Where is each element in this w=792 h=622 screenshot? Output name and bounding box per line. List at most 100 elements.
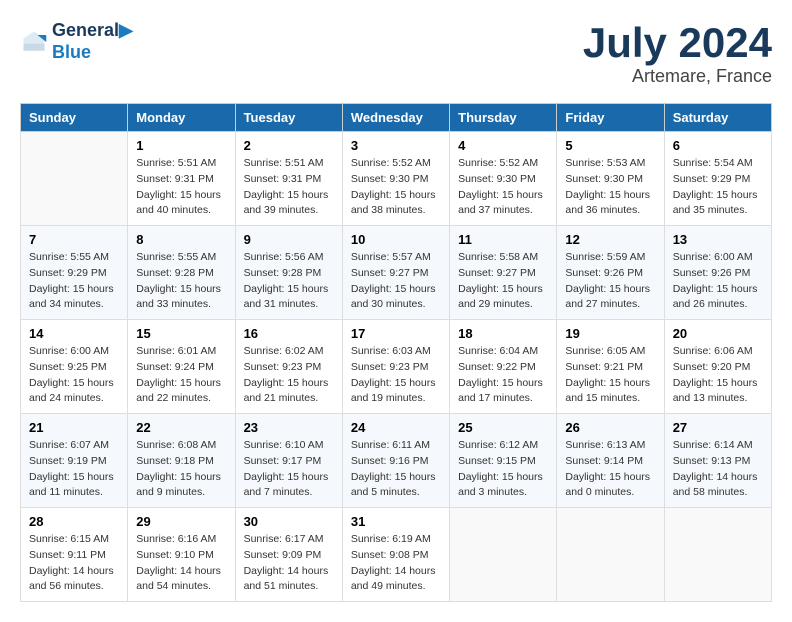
day-cell: 8 Sunrise: 5:55 AM Sunset: 9:28 PM Daylig… (128, 226, 235, 320)
day-number: 6 (673, 138, 763, 153)
day-cell: 26 Sunrise: 6:13 AM Sunset: 9:14 PM Dayli… (557, 414, 664, 508)
header-day-wednesday: Wednesday (342, 104, 449, 132)
day-info: Sunrise: 6:17 AM Sunset: 9:09 PM Dayligh… (244, 532, 334, 595)
day-cell: 14 Sunrise: 6:00 AM Sunset: 9:25 PM Dayli… (21, 320, 128, 414)
day-cell: 4 Sunrise: 5:52 AM Sunset: 9:30 PM Daylig… (450, 132, 557, 226)
day-info: Sunrise: 5:52 AM Sunset: 9:30 PM Dayligh… (351, 156, 441, 219)
day-info: Sunrise: 6:15 AM Sunset: 9:11 PM Dayligh… (29, 532, 119, 595)
day-cell: 28 Sunrise: 6:15 AM Sunset: 9:11 PM Dayli… (21, 508, 128, 602)
day-cell: 16 Sunrise: 6:02 AM Sunset: 9:23 PM Dayli… (235, 320, 342, 414)
day-info: Sunrise: 6:02 AM Sunset: 9:23 PM Dayligh… (244, 344, 334, 407)
day-cell: 23 Sunrise: 6:10 AM Sunset: 9:17 PM Dayli… (235, 414, 342, 508)
day-number: 28 (29, 514, 119, 529)
location: Artemare, France (583, 66, 772, 87)
day-info: Sunrise: 5:55 AM Sunset: 9:28 PM Dayligh… (136, 250, 226, 313)
day-cell: 19Sunrise: 6:05 AM Sunset: 9:21 PM Dayli… (557, 320, 664, 414)
logo: General▶ Blue (20, 20, 133, 63)
day-cell (450, 508, 557, 602)
day-number: 18 (458, 326, 548, 341)
day-info: Sunrise: 6:08 AM Sunset: 9:18 PM Dayligh… (136, 438, 226, 501)
day-info: Sunrise: 5:55 AM Sunset: 9:29 PM Dayligh… (29, 250, 119, 313)
day-number: 17 (351, 326, 441, 341)
day-cell: 30 Sunrise: 6:17 AM Sunset: 9:09 PM Dayli… (235, 508, 342, 602)
header-day-tuesday: Tuesday (235, 104, 342, 132)
week-row-5: 28 Sunrise: 6:15 AM Sunset: 9:11 PM Dayli… (21, 508, 772, 602)
header-day-sunday: Sunday (21, 104, 128, 132)
day-info: Sunrise: 5:54 AM Sunset: 9:29 PM Dayligh… (673, 156, 763, 219)
day-number: 9 (244, 232, 334, 247)
day-number: 22 (136, 420, 226, 435)
day-number: 27 (673, 420, 763, 435)
day-number: 8 (136, 232, 226, 247)
day-cell: 7 Sunrise: 5:55 AM Sunset: 9:29 PM Daylig… (21, 226, 128, 320)
day-number: 26 (565, 420, 655, 435)
day-number: 13 (673, 232, 763, 247)
day-info: Sunrise: 6:00 AM Sunset: 9:25 PM Dayligh… (29, 344, 119, 407)
header-day-thursday: Thursday (450, 104, 557, 132)
day-cell: 12 Sunrise: 5:59 AM Sunset: 9:26 PM Dayli… (557, 226, 664, 320)
day-info: Sunrise: 6:05 AM Sunset: 9:21 PM Dayligh… (565, 344, 655, 407)
day-info: Sunrise: 6:16 AM Sunset: 9:10 PM Dayligh… (136, 532, 226, 595)
day-number: 15 (136, 326, 226, 341)
logo-icon (20, 28, 48, 56)
day-cell: 3 Sunrise: 5:52 AM Sunset: 9:30 PM Daylig… (342, 132, 449, 226)
day-number: 4 (458, 138, 548, 153)
week-row-2: 7 Sunrise: 5:55 AM Sunset: 9:29 PM Daylig… (21, 226, 772, 320)
day-number: 30 (244, 514, 334, 529)
day-info: Sunrise: 6:07 AM Sunset: 9:19 PM Dayligh… (29, 438, 119, 501)
day-info: Sunrise: 5:59 AM Sunset: 9:26 PM Dayligh… (565, 250, 655, 313)
logo-text-line2: Blue (52, 42, 133, 64)
month-title: July 2024 (583, 20, 772, 66)
day-cell: 6 Sunrise: 5:54 AM Sunset: 9:29 PM Daylig… (664, 132, 771, 226)
day-cell: 31 Sunrise: 6:19 AM Sunset: 9:08 PM Dayli… (342, 508, 449, 602)
day-number: 23 (244, 420, 334, 435)
day-info: Sunrise: 5:52 AM Sunset: 9:30 PM Dayligh… (458, 156, 548, 219)
day-cell: 29Sunrise: 6:16 AM Sunset: 9:10 PM Dayli… (128, 508, 235, 602)
day-number: 2 (244, 138, 334, 153)
day-number: 31 (351, 514, 441, 529)
day-cell: 22 Sunrise: 6:08 AM Sunset: 9:18 PM Dayli… (128, 414, 235, 508)
day-info: Sunrise: 6:10 AM Sunset: 9:17 PM Dayligh… (244, 438, 334, 501)
day-number: 1 (136, 138, 226, 153)
day-number: 7 (29, 232, 119, 247)
day-info: Sunrise: 5:56 AM Sunset: 9:28 PM Dayligh… (244, 250, 334, 313)
day-info: Sunrise: 6:12 AM Sunset: 9:15 PM Dayligh… (458, 438, 548, 501)
day-cell: 10Sunrise: 5:57 AM Sunset: 9:27 PM Dayli… (342, 226, 449, 320)
day-number: 5 (565, 138, 655, 153)
day-info: Sunrise: 6:14 AM Sunset: 9:13 PM Dayligh… (673, 438, 763, 501)
day-cell: 27 Sunrise: 6:14 AM Sunset: 9:13 PM Dayli… (664, 414, 771, 508)
day-number: 16 (244, 326, 334, 341)
day-number: 12 (565, 232, 655, 247)
day-info: Sunrise: 6:13 AM Sunset: 9:14 PM Dayligh… (565, 438, 655, 501)
day-cell: 2 Sunrise: 5:51 AM Sunset: 9:31 PM Daylig… (235, 132, 342, 226)
day-info: Sunrise: 6:03 AM Sunset: 9:23 PM Dayligh… (351, 344, 441, 407)
day-cell: 18Sunrise: 6:04 AM Sunset: 9:22 PM Dayli… (450, 320, 557, 414)
day-cell (557, 508, 664, 602)
day-number: 14 (29, 326, 119, 341)
day-info: Sunrise: 6:19 AM Sunset: 9:08 PM Dayligh… (351, 532, 441, 595)
day-info: Sunrise: 5:57 AM Sunset: 9:27 PM Dayligh… (351, 250, 441, 313)
title-block: July 2024 Artemare, France (583, 20, 772, 87)
day-cell: 24Sunrise: 6:11 AM Sunset: 9:16 PM Dayli… (342, 414, 449, 508)
day-number: 25 (458, 420, 548, 435)
day-cell: 21Sunrise: 6:07 AM Sunset: 9:19 PM Dayli… (21, 414, 128, 508)
day-info: Sunrise: 6:00 AM Sunset: 9:26 PM Dayligh… (673, 250, 763, 313)
week-row-4: 21Sunrise: 6:07 AM Sunset: 9:19 PM Dayli… (21, 414, 772, 508)
day-info: Sunrise: 5:51 AM Sunset: 9:31 PM Dayligh… (244, 156, 334, 219)
day-number: 24 (351, 420, 441, 435)
logo-text-line1: General▶ (52, 20, 133, 42)
day-cell: 5 Sunrise: 5:53 AM Sunset: 9:30 PM Daylig… (557, 132, 664, 226)
day-cell: 17 Sunrise: 6:03 AM Sunset: 9:23 PM Dayli… (342, 320, 449, 414)
day-info: Sunrise: 5:58 AM Sunset: 9:27 PM Dayligh… (458, 250, 548, 313)
day-number: 3 (351, 138, 441, 153)
page-header: General▶ Blue July 2024 Artemare, France (20, 20, 772, 87)
day-cell: 11Sunrise: 5:58 AM Sunset: 9:27 PM Dayli… (450, 226, 557, 320)
day-cell: 25 Sunrise: 6:12 AM Sunset: 9:15 PM Dayli… (450, 414, 557, 508)
week-row-1: 1 Sunrise: 5:51 AM Sunset: 9:31 PM Daylig… (21, 132, 772, 226)
day-cell: 13 Sunrise: 6:00 AM Sunset: 9:26 PM Dayli… (664, 226, 771, 320)
header-day-saturday: Saturday (664, 104, 771, 132)
day-info: Sunrise: 6:01 AM Sunset: 9:24 PM Dayligh… (136, 344, 226, 407)
day-info: Sunrise: 5:53 AM Sunset: 9:30 PM Dayligh… (565, 156, 655, 219)
header-day-monday: Monday (128, 104, 235, 132)
day-cell (664, 508, 771, 602)
